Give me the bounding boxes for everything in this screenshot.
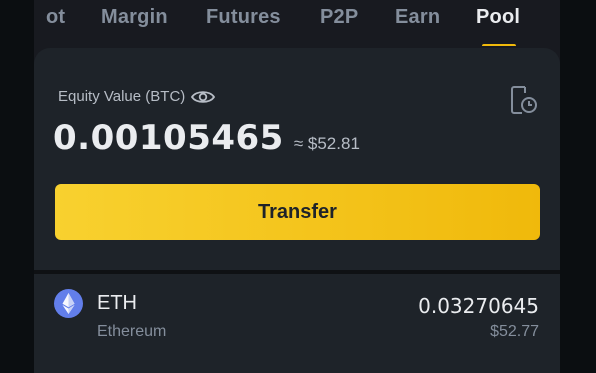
asset-amount: 0.03270645 [418, 294, 539, 318]
tab-spot[interactable]: ot [46, 6, 65, 29]
asset-name: Ethereum [97, 323, 167, 340]
asset-usd-value: $52.77 [490, 323, 539, 340]
tab-margin[interactable]: Margin [101, 6, 168, 29]
transfer-button[interactable]: Transfer [55, 184, 540, 240]
ethereum-icon [54, 289, 83, 318]
equity-label: Equity Value (BTC) [58, 88, 186, 105]
balance-row: 0.00105465 ≈ $52.81 [53, 118, 360, 158]
tab-bar: ot Margin Futures P2P Earn Pool [34, 0, 560, 46]
equity-value: 0.00105465 [53, 118, 284, 158]
equity-card: Equity Value (BTC) 0.00105465 ≈ $52.81 T… [34, 48, 560, 270]
asset-row-eth[interactable]: ETH Ethereum 0.03270645 $52.77 [34, 274, 560, 373]
eye-icon[interactable] [191, 89, 216, 105]
tab-pool[interactable]: Pool [476, 6, 520, 29]
equity-usd-value: ≈ $52.81 [293, 134, 360, 153]
app-screen: ot Margin Futures P2P Earn Pool Equity V… [34, 0, 560, 373]
tab-earn[interactable]: Earn [395, 6, 440, 29]
tab-p2p[interactable]: P2P [320, 6, 358, 29]
history-icon[interactable] [510, 84, 538, 116]
equity-label-row: Equity Value (BTC) [58, 88, 216, 105]
tab-futures[interactable]: Futures [206, 6, 281, 29]
asset-symbol: ETH [97, 292, 137, 314]
active-tab-indicator [482, 44, 516, 46]
